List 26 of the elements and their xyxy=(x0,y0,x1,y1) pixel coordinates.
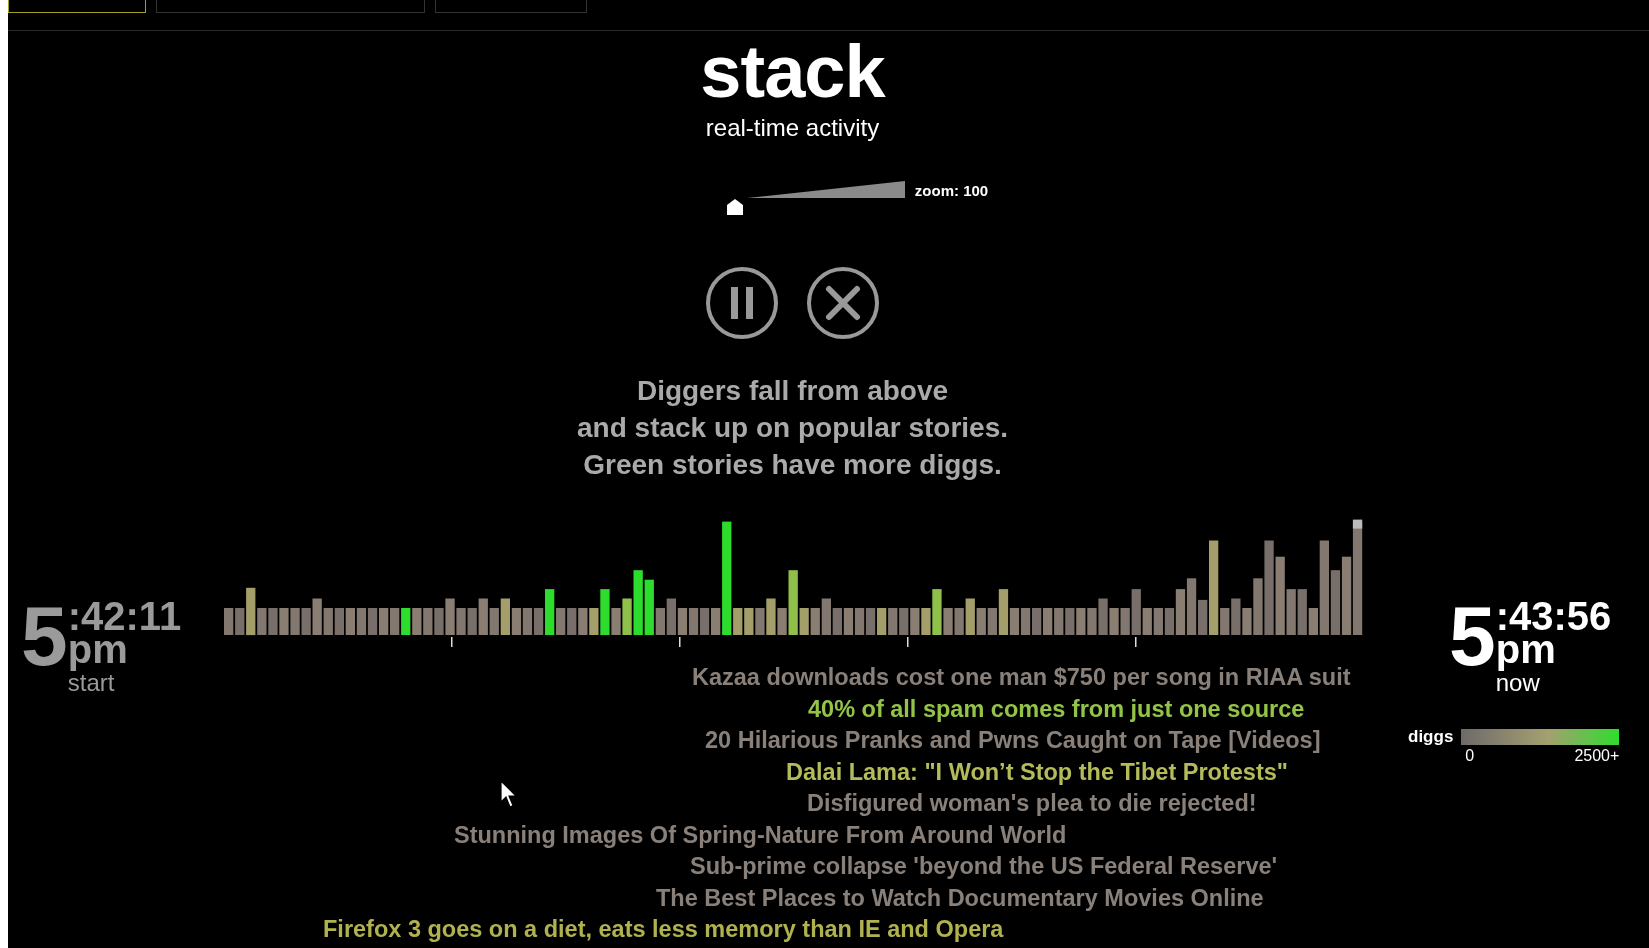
clock-hour: 5 xyxy=(21,599,68,673)
story-link[interactable]: Firefox 3 goes on a diet, eats less memory than IE and Opera xyxy=(323,914,1004,946)
clock-hour: 5 xyxy=(1449,599,1496,673)
zoom-label: zoom: 100 xyxy=(914,182,989,199)
story-link[interactable]: 40% of all spam comes from just one source xyxy=(808,693,1305,725)
instruction-text: Green stories have more diggs. xyxy=(583,448,1002,482)
story-link[interactable]: The Best Places to Watch Documentary Movies Online xyxy=(656,882,1264,914)
story-link[interactable]: Stunning Images Of Spring-Nature From Around World xyxy=(454,819,1067,851)
legend-label: diggs xyxy=(1408,727,1454,747)
story-link[interactable]: 20 Hilarious Pranks and Pwns Caught on Tape [Videos] xyxy=(705,725,1321,757)
cursor-icon xyxy=(500,780,518,808)
story-link[interactable]: Disfigured woman's plea to die rejected! xyxy=(807,788,1257,820)
pause-button[interactable] xyxy=(704,265,780,341)
story-link[interactable]: Sub-prime collapse 'beyond the US Federal Reserve' xyxy=(690,851,1278,883)
instruction-text: Diggers fall from above xyxy=(636,374,949,408)
instruction-text: and stack up on popular stories. xyxy=(577,411,1008,445)
story-link[interactable]: Kazaa downloads cost one man $750 per song in RIAA suit xyxy=(692,662,1351,694)
app-title: stack xyxy=(700,35,885,109)
scale-min: 0 xyxy=(1465,747,1475,765)
zoom-slider[interactable] xyxy=(726,181,905,215)
subtitle: real-time activity xyxy=(705,113,880,143)
scale-max: 2500+ xyxy=(1574,747,1620,765)
slider-thumb[interactable] xyxy=(726,199,743,215)
tab[interactable] xyxy=(8,0,146,13)
story-link[interactable]: Dalai Lama: "I Won’t Stop the Tibet Protests" xyxy=(786,756,1288,788)
close-button[interactable] xyxy=(805,265,881,341)
